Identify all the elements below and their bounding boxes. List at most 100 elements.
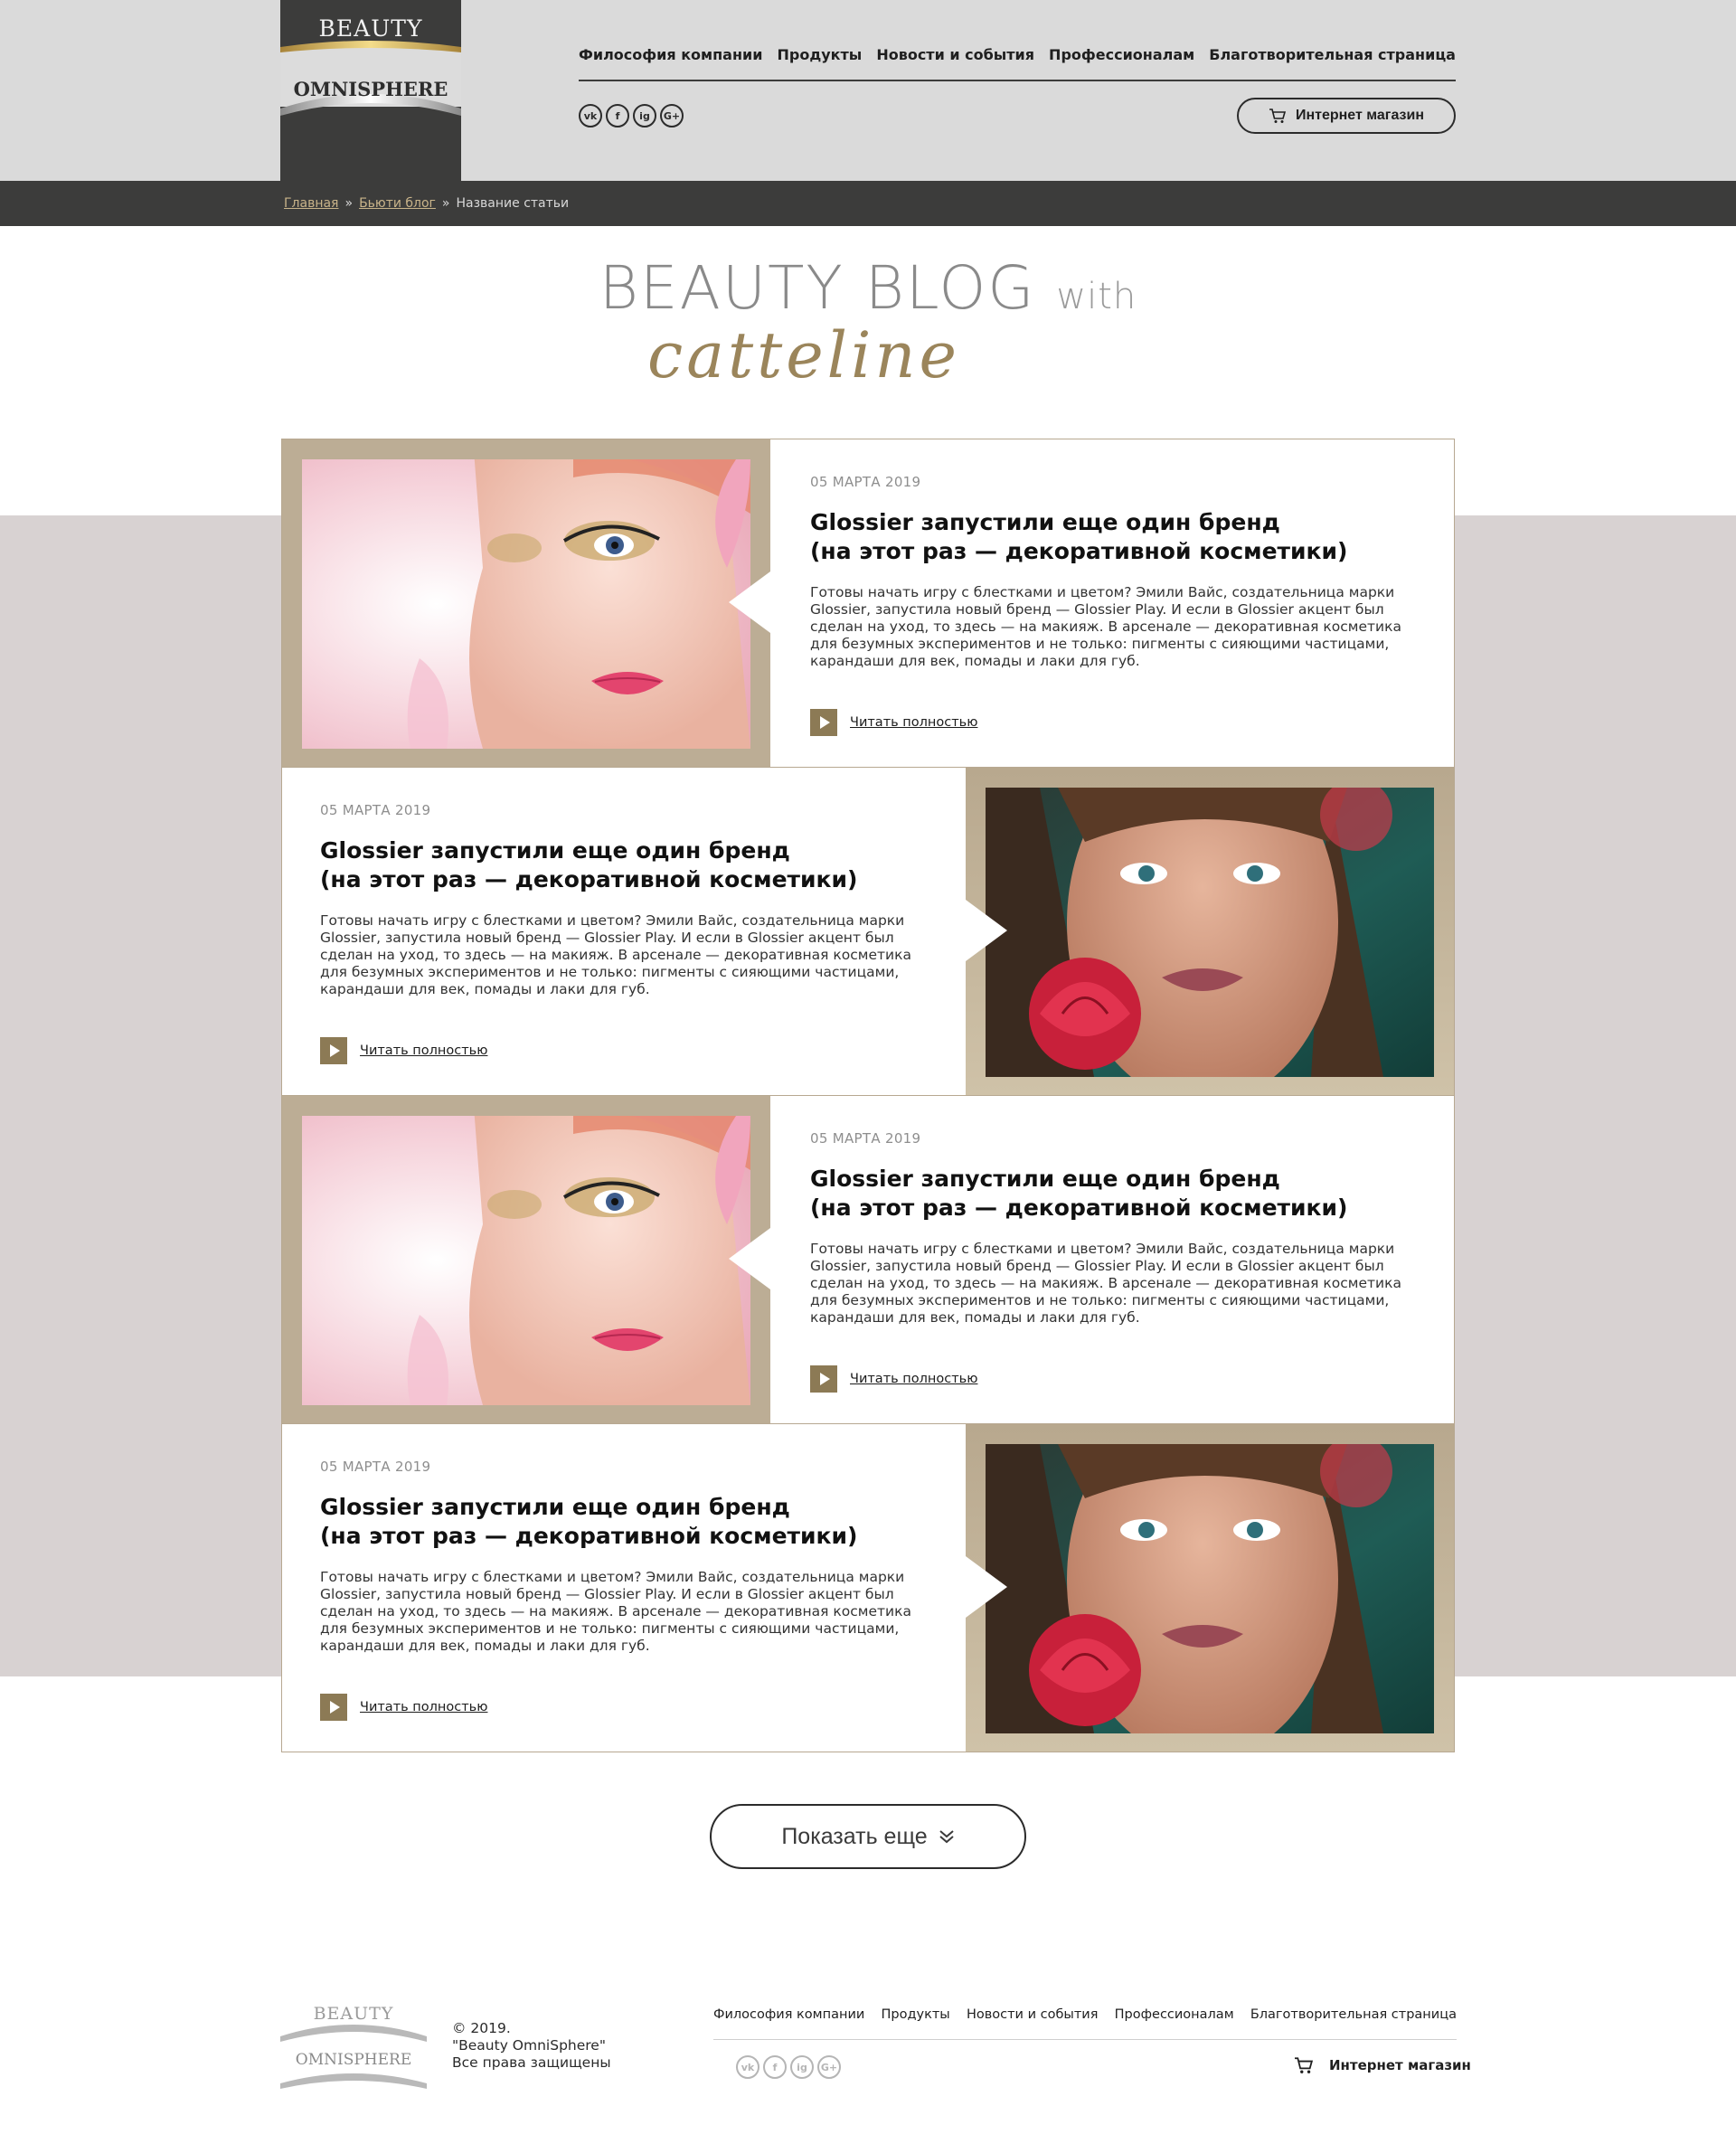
vk-icon[interactable]: vk xyxy=(579,104,602,127)
show-more-button[interactable]: Показать еще xyxy=(710,1804,1026,1869)
nav-products[interactable]: Продукты xyxy=(777,46,862,63)
post-image[interactable] xyxy=(986,788,1434,1077)
show-more-label: Показать еще xyxy=(781,1823,928,1849)
post-title[interactable]: Glossier запустили еще один бренд (на эт… xyxy=(810,508,1389,566)
post-title[interactable]: Glossier запустили еще один бренд (на эт… xyxy=(810,1165,1389,1223)
copyright-company: "Beauty OmniSphere" xyxy=(452,2037,606,2054)
footer-online-shop-link[interactable]: Интернет магазин xyxy=(1293,2056,1471,2074)
nav-philosophy[interactable]: Философия компании xyxy=(579,46,762,63)
post-title-line2: (на этот раз — декоративной косметики) xyxy=(810,1195,1348,1221)
image-pointer-notch xyxy=(966,900,1007,961)
logo-word-omnisphere: OMNISPHERE xyxy=(293,78,448,100)
post-text: 05 МАРТА 2019 Glossier запустили еще оди… xyxy=(810,439,1407,767)
site-header: BEAUTY OMNISPHERE Философия компании Про… xyxy=(0,0,1736,181)
double-chevron-down-icon xyxy=(939,1830,954,1844)
post-excerpt: Готовы начать игру с блестками и цветом?… xyxy=(810,1241,1401,1326)
post-image[interactable] xyxy=(986,1444,1434,1733)
post-title[interactable]: Glossier запустили еще один бренд (на эт… xyxy=(320,836,899,894)
post-excerpt: Готовы начать игру с блестками и цветом?… xyxy=(320,1569,911,1654)
read-more-link[interactable]: Читать полностью xyxy=(810,709,977,736)
rose-portrait-image xyxy=(986,1444,1434,1733)
image-pointer-notch xyxy=(729,1228,770,1289)
breadcrumb-separator: » xyxy=(344,196,354,211)
play-arrow-icon xyxy=(320,1694,347,1721)
post-title-line2: (на этот раз — декоративной косметики) xyxy=(320,1523,858,1549)
blog-title-with: with xyxy=(1056,276,1137,317)
post-image-frame xyxy=(282,439,770,767)
post-title-line2: (на этот раз — декоративной косметики) xyxy=(320,866,858,892)
blog-post-card: 05 МАРТА 2019 Glossier запустили еще оди… xyxy=(281,1095,1455,1424)
footer-nav-philosophy[interactable]: Философия компании xyxy=(713,2007,864,2039)
cart-icon xyxy=(1269,109,1287,123)
post-excerpt: Готовы начать игру с блестками и цветом?… xyxy=(810,584,1401,669)
breadcrumb-separator: » xyxy=(441,196,450,211)
post-title-line1: Glossier запустили еще один бренд xyxy=(320,837,790,864)
post-excerpt: Готовы начать игру с блестками и цветом?… xyxy=(320,912,911,997)
play-arrow-icon xyxy=(320,1037,347,1064)
vk-icon[interactable]: vk xyxy=(736,2055,760,2079)
main-nav: Философия компании Продукты Новости и со… xyxy=(579,42,1456,81)
post-title-line2: (на этот раз — декоративной косметики) xyxy=(810,538,1348,564)
brand-logo[interactable]: BEAUTY OMNISPHERE xyxy=(280,0,461,181)
footer-logo[interactable]: BEAUTY OMNISPHERE xyxy=(278,2000,429,2100)
rose-portrait-image xyxy=(986,788,1434,1077)
read-more-link[interactable]: Читать полностью xyxy=(320,1037,487,1064)
makeup-portrait-image xyxy=(302,459,750,749)
breadcrumb: Главная » Бьюти блог » Название статьи xyxy=(0,181,1736,226)
footer-nav-products[interactable]: Продукты xyxy=(882,2007,950,2039)
read-more-link[interactable]: Читать полностью xyxy=(810,1365,977,1393)
online-shop-button[interactable]: Интернет магазин xyxy=(1237,98,1456,134)
breadcrumb-blog[interactable]: Бьюти блог xyxy=(359,196,436,211)
breadcrumb-home[interactable]: Главная xyxy=(284,196,338,211)
post-date: 05 МАРТА 2019 xyxy=(810,474,921,490)
blog-title-text: BEAUTY BLOG with xyxy=(579,253,1157,323)
instagram-icon[interactable]: ig xyxy=(633,104,656,127)
blog-title-main: BEAUTY BLOG xyxy=(599,253,1036,323)
instagram-icon[interactable]: ig xyxy=(790,2055,814,2079)
post-text: 05 МАРТА 2019 Glossier запустили еще оди… xyxy=(320,1424,917,1752)
blog-heading: BEAUTY BLOG with catteline xyxy=(579,253,1157,407)
post-date: 05 МАРТА 2019 xyxy=(320,1459,431,1475)
breadcrumb-current: Название статьи xyxy=(456,196,570,211)
read-more-label: Читать полностью xyxy=(850,715,978,730)
post-title-line1: Glossier запустили еще один бренд xyxy=(320,1494,790,1520)
play-arrow-icon xyxy=(810,1365,837,1393)
social-links: vk f ig G+ xyxy=(579,104,684,127)
footer-social-links: vk f ig G+ xyxy=(736,2055,841,2079)
read-more-link[interactable]: Читать полностью xyxy=(320,1694,487,1721)
footer-nav-professionals[interactable]: Профессионалам xyxy=(1115,2007,1234,2039)
copyright-year: © 2019. xyxy=(452,2020,511,2036)
nav-news[interactable]: Новости и события xyxy=(876,46,1034,63)
post-image[interactable] xyxy=(302,1116,750,1405)
post-text: 05 МАРТА 2019 Glossier запустили еще оди… xyxy=(810,1096,1407,1423)
footer-nav-news[interactable]: Новости и события xyxy=(967,2007,1099,2039)
read-more-label: Читать полностью xyxy=(850,1372,978,1386)
post-date: 05 МАРТА 2019 xyxy=(320,802,431,818)
online-shop-label: Интернет магазин xyxy=(1295,108,1425,123)
blog-post-card: 05 МАРТА 2019 Glossier запустили еще оди… xyxy=(281,439,1455,768)
footer-nav: Философия компании Продукты Новости и со… xyxy=(713,2007,1457,2040)
nav-professionals[interactable]: Профессионалам xyxy=(1049,46,1194,63)
image-pointer-notch xyxy=(729,571,770,633)
google-plus-icon[interactable]: G+ xyxy=(817,2055,841,2079)
blog-post-card: 05 МАРТА 2019 Glossier запустили еще оди… xyxy=(281,1423,1455,1752)
post-image-frame xyxy=(966,1424,1454,1752)
footer-nav-charity[interactable]: Благотворительная страница xyxy=(1250,2007,1457,2039)
footer-online-shop-label: Интернет магазин xyxy=(1329,2057,1471,2073)
read-more-label: Читать полностью xyxy=(360,1043,488,1058)
post-image-frame xyxy=(966,768,1454,1095)
facebook-icon[interactable]: f xyxy=(763,2055,787,2079)
blog-post-list: 05 МАРТА 2019 Glossier запустили еще оди… xyxy=(281,439,1455,1752)
google-plus-icon[interactable]: G+ xyxy=(660,104,684,127)
footer-logo-omnisphere: OMNISPHERE xyxy=(295,2051,412,2069)
makeup-portrait-image xyxy=(302,1116,750,1405)
post-title-line1: Glossier запустили еще один бренд xyxy=(810,1166,1280,1192)
nav-charity[interactable]: Благотворительная страница xyxy=(1209,46,1456,63)
post-image-frame xyxy=(282,1096,770,1423)
facebook-icon[interactable]: f xyxy=(606,104,629,127)
blog-post-card: 05 МАРТА 2019 Glossier запустили еще оди… xyxy=(281,767,1455,1096)
post-title[interactable]: Glossier запустили еще один бренд (на эт… xyxy=(320,1493,899,1551)
post-text: 05 МАРТА 2019 Glossier запустили еще оди… xyxy=(320,768,917,1095)
post-image[interactable] xyxy=(302,459,750,749)
copyright: © 2019. "Beauty OmniSphere" Все права за… xyxy=(452,2020,611,2072)
